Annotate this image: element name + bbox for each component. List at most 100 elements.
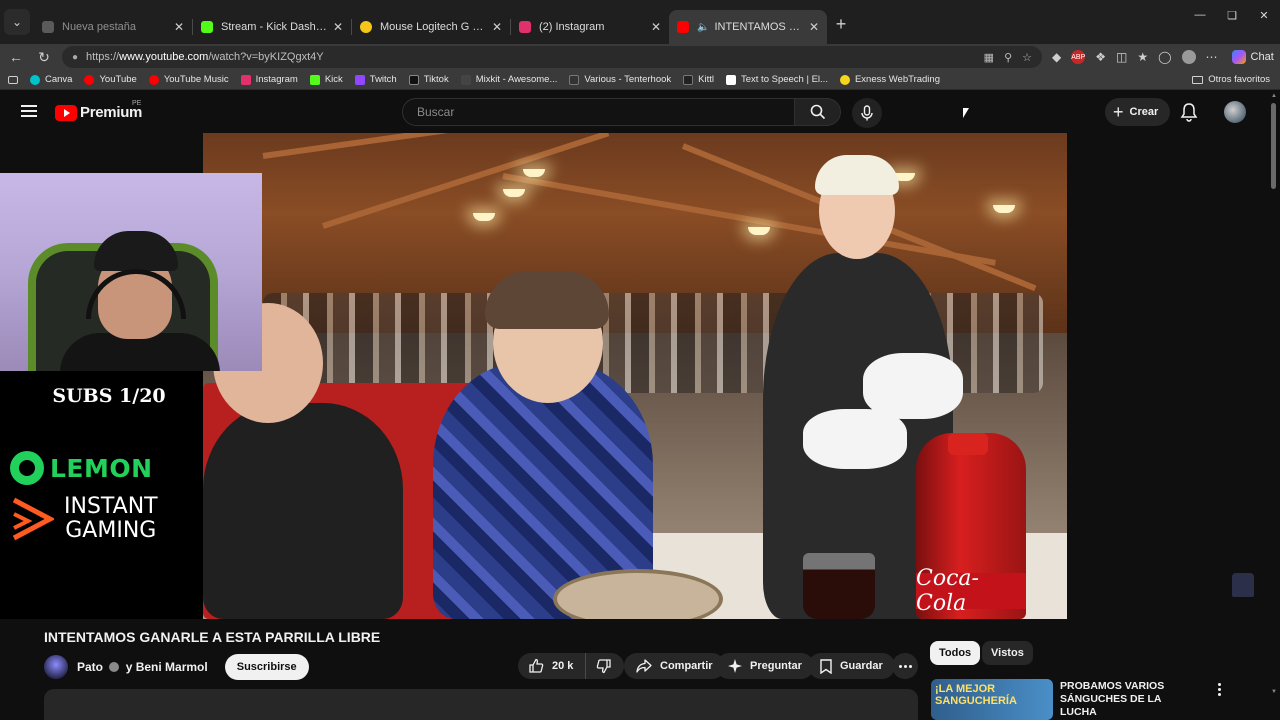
browser-tab-youtube-active[interactable]: 🔈 INTENTAMOS GANARLE A ESTA ✕ <box>669 10 827 44</box>
channel-avatar[interactable] <box>44 655 68 679</box>
bookmark-tenterhook[interactable]: Various - Tenterhook <box>569 74 671 85</box>
bookmark-label: Twitch <box>369 74 397 85</box>
split-screen-icon[interactable]: ◫ <box>1116 50 1127 64</box>
bookmark-canva[interactable]: Canva <box>30 74 72 85</box>
extension-puzzle-icon[interactable]: ❖ <box>1095 50 1106 64</box>
bookmark-kittl[interactable]: Kittl <box>683 74 714 85</box>
scroll-down-arrow-icon[interactable]: ▼ <box>1271 689 1277 695</box>
youtube-page: Premium PE + Crear <box>0 91 1280 720</box>
dislike-button[interactable] <box>586 653 624 679</box>
exness-icon <box>839 74 850 85</box>
subscribe-button[interactable]: Suscribirse <box>224 654 309 680</box>
url-path: /watch?v=byKIZQgxt4Y <box>208 51 324 63</box>
bookmark-twitch[interactable]: Twitch <box>354 74 397 85</box>
bookmark-exness[interactable]: Exness WebTrading <box>839 74 940 85</box>
browser-essentials-icon[interactable]: ◯ <box>1158 50 1171 64</box>
close-window-icon[interactable]: ✕ <box>1248 0 1280 30</box>
page-scrollbar[interactable]: ▲ ▼ <box>1268 91 1280 720</box>
video-player[interactable]: Coca-Cola <box>203 133 1067 619</box>
speaker-icon[interactable]: 🔈 <box>697 22 709 33</box>
twitch-icon <box>354 74 365 85</box>
canva-icon <box>30 74 40 85</box>
search-button[interactable] <box>795 98 841 126</box>
copilot-chat-button[interactable]: Chat <box>1231 50 1274 64</box>
notifications-bell-icon[interactable] <box>1180 102 1198 127</box>
other-favorites-label: Otros favoritos <box>1208 74 1270 85</box>
browser-tab-mouse[interactable]: Mouse Logitech G G203 Lightsync ✕ <box>352 10 510 44</box>
bookmark-label: Mixkit - Awesome... <box>475 74 558 85</box>
minimize-icon[interactable]: — <box>1184 0 1216 30</box>
bookmark-youtube-music[interactable]: YouTube Music <box>148 74 229 85</box>
account-avatar[interactable] <box>1224 101 1246 123</box>
chip-watched[interactable]: Vistos <box>982 641 1033 665</box>
extension-diamond-icon[interactable]: ◆ <box>1052 50 1061 64</box>
search-input[interactable] <box>402 98 796 126</box>
scene-paper-roll <box>863 353 963 419</box>
settings-more-icon[interactable]: ⋯ <box>1206 50 1218 64</box>
bookmark-text-to-speech[interactable]: Text to Speech | El... <box>726 74 828 85</box>
bookmark-label: Various - Tenterhook <box>584 74 672 85</box>
bookmark-instagram[interactable]: Instagram <box>240 74 298 85</box>
instagram-icon <box>240 74 251 85</box>
chip-all[interactable]: Todos <box>930 641 981 665</box>
close-tab-icon[interactable]: ✕ <box>492 20 502 34</box>
youtube-premium-logo[interactable]: Premium <box>55 104 142 121</box>
youtube-play-logo-icon <box>55 104 77 121</box>
scroll-up-arrow-icon[interactable]: ▲ <box>1271 93 1277 99</box>
copilot-icon <box>1231 50 1246 64</box>
tab-title: (2) Instagram <box>539 21 605 33</box>
collections-icon[interactable] <box>8 75 18 84</box>
other-favorites-folder[interactable]: Otros favoritos <box>1192 74 1270 85</box>
tab-title: INTENTAMOS GANARLE A ESTA <box>714 21 802 33</box>
bookmark-label: YouTube Music <box>163 74 229 85</box>
scroll-thumb[interactable] <box>1271 103 1276 189</box>
browser-tab-kick[interactable]: Stream - Kick Dashboard ✕ <box>193 10 351 44</box>
favorite-star-icon[interactable]: ☆ <box>1022 51 1032 64</box>
browser-tab-instagram[interactable]: (2) Instagram ✕ <box>511 10 669 44</box>
mixkit-icon <box>460 74 471 85</box>
favorites-icon[interactable]: ★ <box>1137 50 1148 64</box>
close-tab-icon[interactable]: ✕ <box>651 20 661 34</box>
share-button[interactable]: Compartir <box>624 653 725 679</box>
scene-glass <box>803 553 875 619</box>
browser-tab-new-tab[interactable]: Nueva pestaña ✕ <box>34 10 192 44</box>
bookmarks-bar: Canva YouTube YouTube Music Instagram Ki… <box>0 70 1280 90</box>
thumbs-down-icon <box>596 658 612 674</box>
close-tab-icon[interactable]: ✕ <box>174 20 184 34</box>
restore-icon[interactable]: ❏ <box>1216 0 1248 30</box>
reload-icon[interactable]: ↻ <box>32 45 56 69</box>
kick-favicon-icon <box>201 21 213 33</box>
bookmark-label: Canva <box>45 74 73 85</box>
create-button[interactable]: + Crear <box>1105 98 1171 126</box>
recommendation-title[interactable]: PROBAMOS VARIOS SÁNGUCHES DE LA LUCHA <box>1060 680 1200 719</box>
bookmark-youtube[interactable]: YouTube <box>84 74 137 85</box>
zoom-icon[interactable]: ⚲ <box>1004 51 1012 64</box>
adblock-extension-icon[interactable]: ABP <box>1071 50 1085 64</box>
address-bar: ← ↻ ● https://www.youtube.com/watch?v=by… <box>0 44 1280 70</box>
voice-search-button[interactable] <box>852 98 882 128</box>
close-tab-icon[interactable]: ✕ <box>333 20 343 34</box>
back-arrow-icon[interactable]: ← <box>4 45 28 69</box>
apps-icon[interactable]: ▦ <box>984 51 994 64</box>
close-tab-icon[interactable]: ✕ <box>809 20 819 34</box>
menu-hamburger-icon[interactable] <box>21 105 37 117</box>
channel-name[interactable]: Pato y Beni Marmol <box>77 660 208 674</box>
description-box[interactable] <box>44 689 918 720</box>
search-icon <box>810 104 825 120</box>
ask-ai-button[interactable]: Preguntar <box>716 653 814 679</box>
like-button[interactable]: 20 k <box>518 653 587 679</box>
profile-avatar[interactable] <box>1181 50 1196 64</box>
more-actions-icon[interactable] <box>892 653 918 679</box>
recommendation-thumbnail[interactable]: ¡LA MEJOR SANGUCHERÍA <box>931 679 1053 720</box>
bookmark-label: Exness WebTrading <box>854 74 940 85</box>
url-field[interactable]: ● https://www.youtube.com/watch?v=byKIZQ… <box>62 46 1042 68</box>
new-tab-plus-icon[interactable]: + <box>827 10 855 38</box>
bookmark-mixkit[interactable]: Mixkit - Awesome... <box>460 74 558 85</box>
bookmark-kick[interactable]: Kick <box>309 74 343 85</box>
recommendation-menu-icon[interactable] <box>1216 683 1222 696</box>
tab-actions-chevron-icon[interactable]: ⌄ <box>4 9 30 35</box>
bookmark-tiktok[interactable]: Tiktok <box>408 74 449 85</box>
url-actions: ▦ ⚲ ☆ <box>984 51 1032 64</box>
save-button[interactable]: Guardar <box>808 653 895 679</box>
site-info-icon[interactable]: ● <box>72 52 78 63</box>
